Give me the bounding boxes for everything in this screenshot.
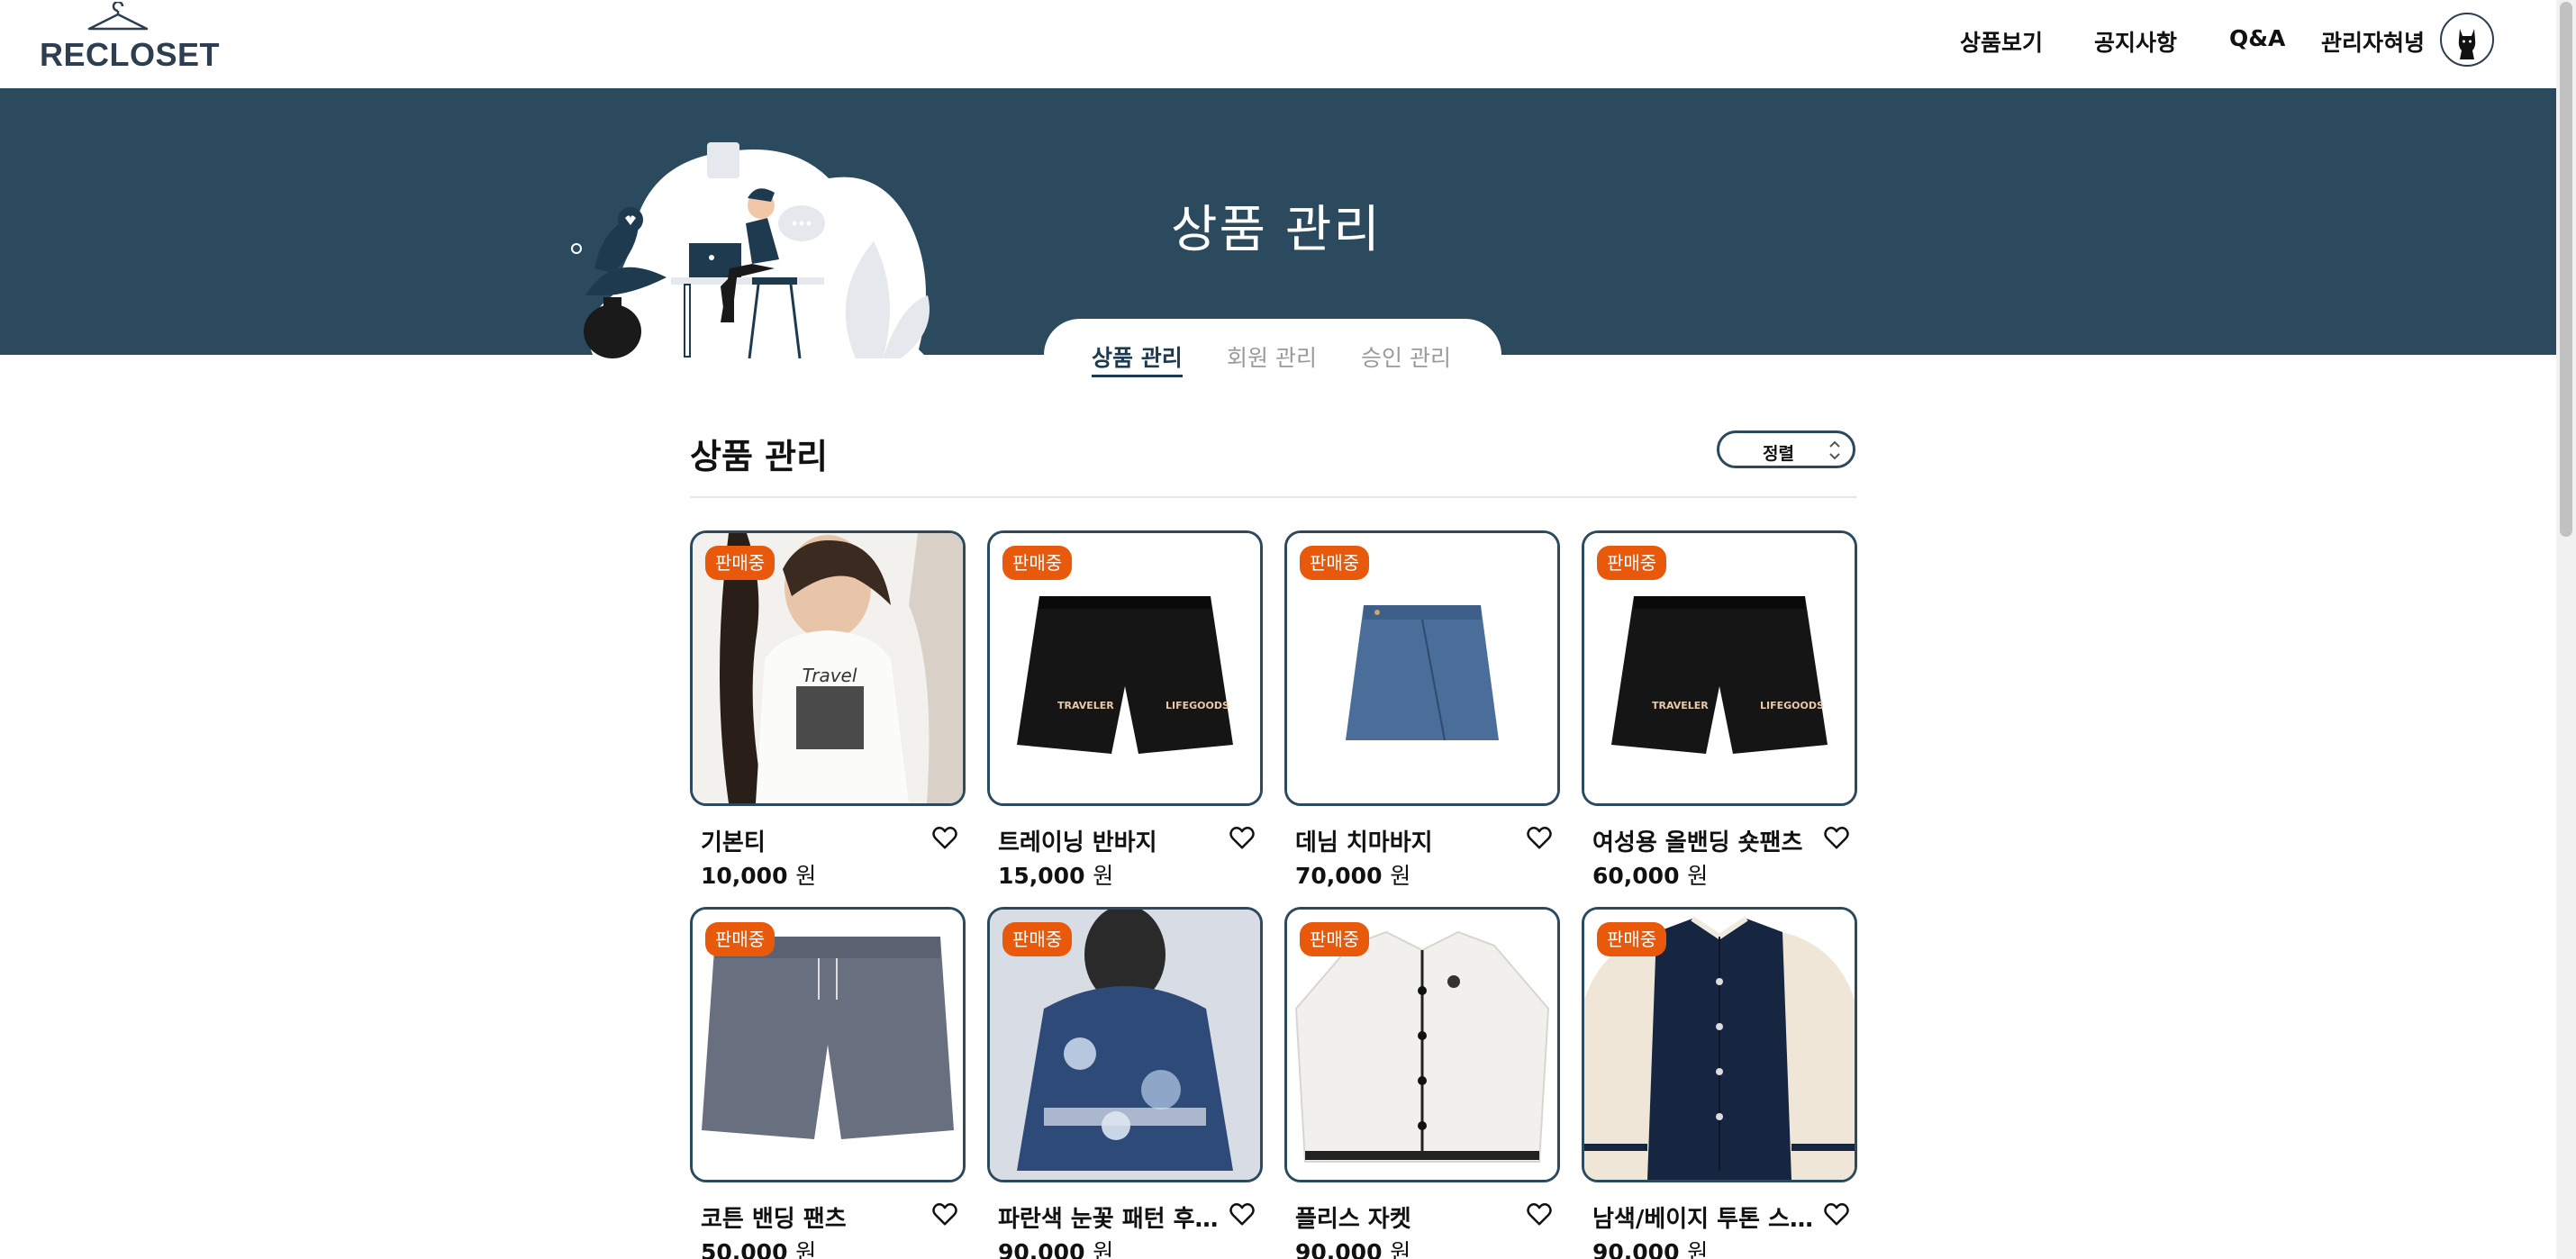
price-unit: 원 [795,1239,817,1259]
nav-user-name[interactable]: 관리자혀녕 [2321,25,2425,58]
tab-product-management[interactable]: 상품 관리 [1092,340,1183,377]
heart-icon[interactable] [1823,824,1850,851]
price-value: 90,000 [1592,1239,1680,1259]
product-price: 60,000 원 [1592,858,1708,891]
status-badge: 판매중 [705,922,776,956]
heart-icon[interactable] [1229,1200,1256,1227]
product-name[interactable]: 플리스 자켓 [1295,1200,1520,1234]
product-price: 10,000 원 [701,858,816,891]
divider [690,496,1856,498]
status-badge: 판매중 [1300,922,1370,956]
price-value: 10,000 [701,863,788,889]
product-image[interactable]: 판매중 Travel [690,530,966,806]
product-name[interactable]: 트레이닝 반바지 [998,824,1223,857]
price-unit: 원 [1390,1239,1411,1259]
product-image[interactable]: 판매중 [1582,907,1857,1182]
status-badge: 판매중 [1597,922,1667,956]
heart-icon[interactable] [931,824,958,851]
price-unit: 원 [1687,1239,1709,1259]
price-unit: 원 [1687,863,1709,889]
status-badge: 판매중 [1597,546,1667,580]
product-name[interactable]: 파란색 눈꽃 패턴 후리스 [998,1200,1223,1234]
product-name[interactable]: 남색/베이지 투톤 스타디움 점퍼 [1592,1200,1818,1234]
nav-qna[interactable]: Q&A [2229,25,2285,51]
price-value: 15,000 [998,863,1085,889]
logo[interactable]: RECLOSET [38,2,220,83]
product-image[interactable]: 판매중 [690,907,966,1182]
tab-member-management[interactable]: 회원 관리 [1227,340,1317,373]
avatar[interactable] [2440,13,2494,67]
svg-text:Travel: Travel [803,665,857,686]
banner-title: 상품 관리 [1171,201,1382,259]
product-name[interactable]: 코튼 밴딩 팬츠 [701,1200,926,1234]
product-price: 90,000 원 [998,1235,1113,1259]
status-badge: 판매중 [705,546,776,580]
person-at-desk-illustration [571,142,930,359]
section-title: 상품 관리 [690,437,829,476]
product-image[interactable]: 판매중 [1284,530,1560,806]
product-image[interactable]: 판매중 [1284,907,1560,1182]
product-price: 15,000 원 [998,858,1113,891]
banner: 상품 관리 [0,88,2556,359]
sort-label: 정렬 [1763,444,1794,464]
hanger-icon [87,2,149,31]
product-image[interactable]: 판매중 TRAVELER LIFEGOODS [1582,530,1857,806]
price-value: 50,000 [701,1239,788,1259]
product-price: 90,000 원 [1592,1235,1708,1259]
heart-icon[interactable] [1526,824,1553,851]
status-badge: 판매중 [1002,546,1073,580]
price-unit: 원 [1390,863,1411,889]
product-price: 90,000 원 [1295,1235,1410,1259]
price-value: 70,000 [1295,863,1383,889]
svg-text:LIFEGOODS: LIFEGOODS [1166,700,1229,711]
product-price: 70,000 원 [1295,858,1410,891]
header: RECLOSET 상품보기 공지사항 Q&A 관리자혀녕 [0,0,2556,88]
heart-icon[interactable] [1823,1200,1850,1227]
svg-text:TRAVELER: TRAVELER [1652,700,1709,711]
heart-icon[interactable] [931,1200,958,1227]
sort-select[interactable]: 정렬 [1717,430,1855,468]
heart-icon[interactable] [1526,1200,1553,1227]
nav-notice[interactable]: 공지사항 [2094,25,2177,58]
product-image[interactable]: 판매중 [987,907,1263,1182]
price-unit: 원 [1093,1239,1114,1259]
tab-bar: 상품 관리 회원 관리 승인 관리 [1044,319,1501,377]
svg-text:LIFEGOODS: LIFEGOODS [1760,700,1824,711]
product-price: 50,000 원 [701,1235,816,1259]
cat-avatar-icon [2458,29,2476,59]
status-badge: 판매중 [1300,546,1370,580]
product-image[interactable]: 판매중 TRAVELER LIFEGOODS [987,530,1263,806]
product-name[interactable]: 데님 치마바지 [1295,824,1520,857]
svg-text:TRAVELER: TRAVELER [1057,700,1114,711]
product-name[interactable]: 여성용 올밴딩 숏팬츠 [1592,824,1818,857]
price-value: 90,000 [1295,1239,1383,1259]
tab-approval-management[interactable]: 승인 관리 [1361,340,1451,373]
nav-products[interactable]: 상품보기 [1960,25,2043,58]
price-value: 90,000 [998,1239,1085,1259]
price-value: 60,000 [1592,863,1680,889]
product-name[interactable]: 기본티 [701,824,926,857]
sort-arrows-icon [1829,440,1840,460]
heart-icon[interactable] [1229,824,1256,851]
scrollbar[interactable] [2556,0,2576,1259]
status-badge: 판매중 [1002,922,1073,956]
scrollbar-thumb[interactable] [2560,2,2572,537]
price-unit: 원 [1093,863,1114,889]
logo-text: RECLOSET [40,36,221,73]
price-unit: 원 [795,863,817,889]
